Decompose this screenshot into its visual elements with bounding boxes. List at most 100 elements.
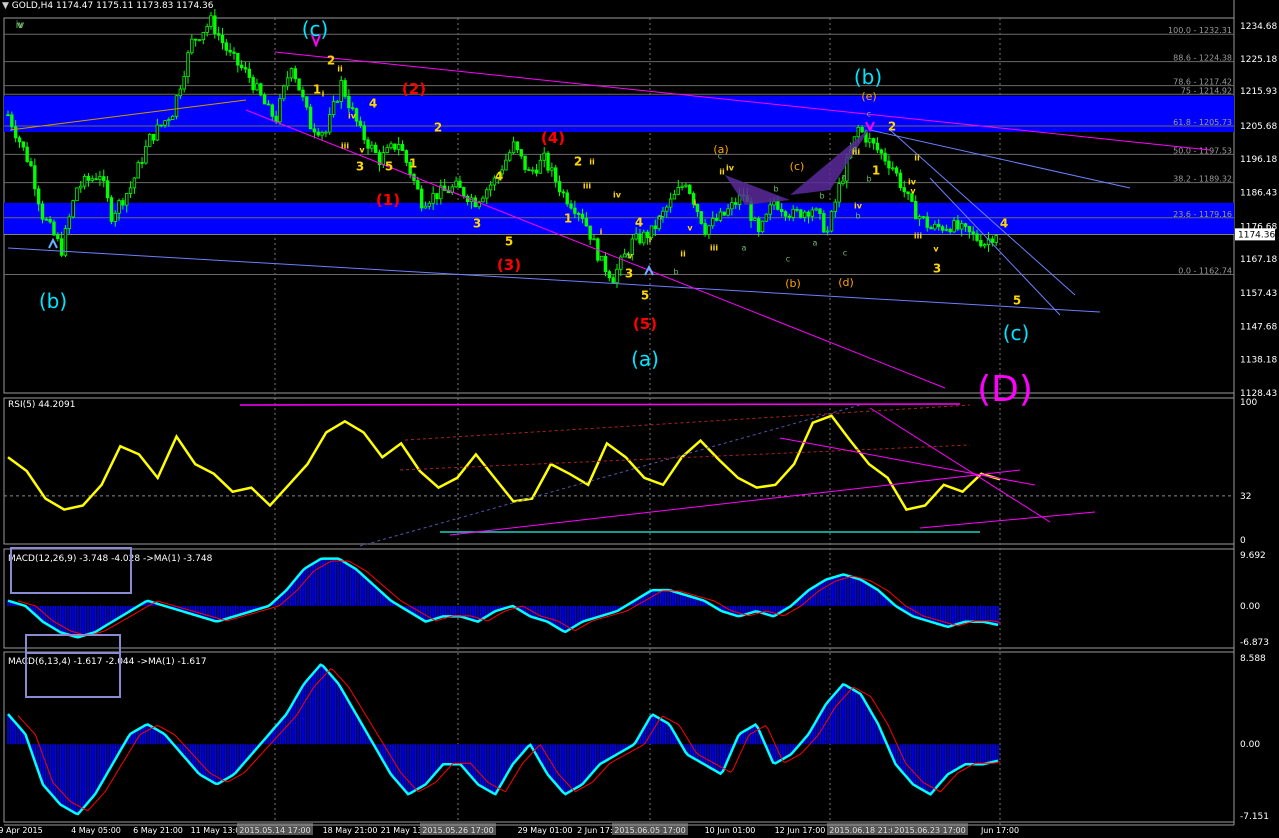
price-candle-body — [6, 114, 10, 117]
wave-label-57: iii — [710, 243, 718, 252]
price-candle-body — [266, 103, 271, 106]
price-candle-body — [339, 80, 343, 102]
price-candle-body — [952, 220, 956, 233]
price-candle-body — [132, 177, 137, 189]
price-candle-body — [25, 146, 29, 162]
x-axis-label-10: 2015.06.05 17:00 — [614, 826, 685, 835]
rsi-tick-label-1: 32 — [1240, 492, 1251, 502]
macd2-panel-frame — [3, 651, 1235, 823]
price-candle-body — [144, 145, 148, 164]
price-candle-body — [186, 52, 190, 78]
wave-label-14: (d) — [838, 276, 854, 289]
price-candle-body — [573, 207, 577, 214]
rsi-dashed-line-a — [404, 404, 971, 441]
price-candle-body — [458, 180, 462, 188]
price-candle-body — [102, 176, 106, 182]
price-candle-body — [814, 208, 818, 211]
rsi-trendline-a — [869, 407, 1051, 523]
x-axis-label-15: Jun 17:00 — [980, 826, 1019, 835]
price-candle-body — [542, 152, 546, 161]
wave-label-74: c — [853, 144, 857, 153]
wave-label-31: 1 — [872, 164, 880, 178]
current-price-label: 1174.36 — [1238, 230, 1275, 240]
fib-level-label-3: 75 - 1214.92 — [1181, 86, 1232, 95]
rsi-tick-label-2: 0 — [1240, 536, 1246, 546]
price-candle-body — [347, 95, 351, 109]
wave-label-62: c — [786, 254, 790, 263]
price-candle-body — [259, 83, 263, 96]
price-candle-body — [270, 104, 274, 117]
wave-label-44: iv — [613, 190, 622, 199]
price-candle-body — [665, 206, 669, 212]
price-candle-body — [148, 133, 152, 147]
wave-label-32: 2 — [888, 120, 896, 134]
price-candle-body — [825, 230, 830, 233]
price-candle-body — [711, 218, 715, 227]
wave-label-10: (5) — [633, 315, 657, 333]
price-candle-body — [856, 127, 860, 138]
macd1-title: MACD(12,26,9) -3.748 -4.028 ->MA(1) -3.7… — [8, 554, 213, 564]
price-candle-body — [925, 216, 929, 228]
price-candle-body — [921, 216, 926, 219]
rsi-top-line — [239, 403, 961, 406]
price-candle-body — [301, 89, 305, 98]
price-candle-body — [205, 26, 209, 33]
wave-label-3: (b) — [854, 65, 882, 89]
price-candle-body — [52, 221, 56, 236]
fib-level-label-7: 23.6 - 1179.16 — [1173, 210, 1232, 219]
price-candle-body — [841, 180, 845, 185]
price-candle-body — [17, 137, 22, 143]
wave-label-65: c — [718, 151, 722, 160]
price-candle-body — [151, 133, 156, 141]
x-axis-label-8: 29 May 01:00 — [518, 826, 573, 835]
x-axis-label-12: 12 Jun 17:00 — [775, 826, 826, 835]
wave-label-64: b — [673, 267, 678, 276]
price-candle-body — [730, 202, 734, 210]
up-arrow-icon — [48, 237, 58, 249]
price-candle-body — [523, 155, 527, 170]
chart-canvas[interactable]: 100.0 - 1232.3188.6 - 1224.3878.6 - 1217… — [0, 0, 1279, 838]
price-candle-body — [933, 223, 937, 230]
price-candle-body — [79, 185, 83, 189]
wave-label-55: i — [649, 235, 652, 244]
price-candle-body — [607, 271, 612, 279]
harmonic-pattern-left — [725, 175, 790, 205]
price-candle-body — [239, 64, 244, 69]
price-candle-body — [534, 169, 539, 174]
macd2-title: MACD(6,13,4) -1.617 -2.044 ->MA(1) -1.61… — [8, 657, 207, 667]
price-candle-body — [308, 106, 313, 130]
price-candle-body — [159, 124, 163, 127]
macd1-tick-label-1: 0.00 — [1240, 602, 1260, 612]
wave-label-47: ii — [719, 167, 725, 176]
price-candle-body — [121, 200, 125, 206]
wave-label-41: i — [600, 227, 603, 236]
price-candle-body — [937, 223, 941, 228]
price-candle-body — [163, 120, 167, 126]
price-candle-body — [810, 209, 815, 217]
wave-label-77: iv — [16, 20, 25, 31]
price-candle-body — [404, 150, 409, 163]
price-candle-body — [335, 101, 340, 103]
price-candle-body — [576, 213, 581, 215]
x-axis-label-0: 29 Apr 2015 — [0, 826, 43, 835]
price-candle-body — [787, 215, 792, 218]
wave-label-0: (c) — [302, 17, 329, 41]
price-candle-body — [289, 68, 294, 79]
price-candle-body — [419, 188, 424, 209]
price-candle-body — [82, 175, 87, 187]
wave-label-29: 4 — [635, 216, 643, 230]
fib-level-label-5: 50.0 - 1197.53 — [1173, 146, 1232, 155]
price-candle-body — [113, 212, 117, 222]
price-candle-body — [833, 201, 838, 212]
wave-c-channel-b — [929, 177, 1061, 316]
price-candle-body — [971, 231, 975, 235]
price-candle-body — [599, 255, 604, 261]
price-candle-body — [373, 144, 378, 153]
price-candle-body — [312, 128, 317, 133]
price-tick-label-3: 1205.68 — [1240, 122, 1277, 132]
price-candle-body — [393, 143, 397, 150]
price-candle-body — [416, 180, 420, 190]
price-candle-body — [753, 218, 757, 221]
wave-label-59: v — [687, 223, 693, 232]
price-candle-body — [527, 169, 531, 171]
